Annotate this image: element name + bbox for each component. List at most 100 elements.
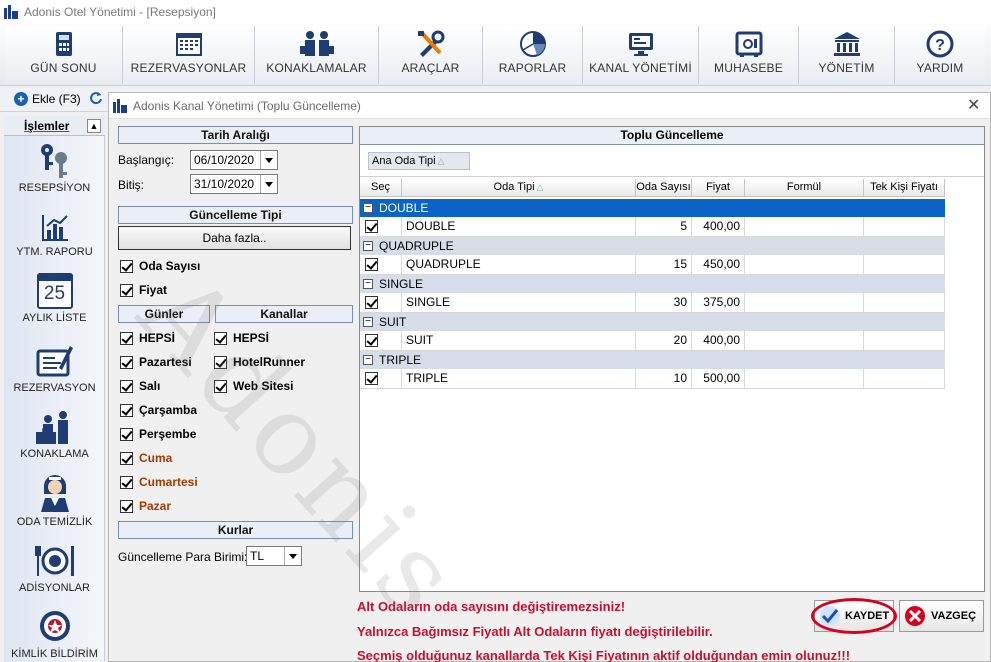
cell-room-count[interactable]: 5 bbox=[636, 217, 692, 237]
sidebar-item-kimlik-bildirim[interactable]: KİMLİK BİLDİRİM bbox=[4, 608, 105, 660]
day-checkbox-carsamba[interactable]: Çarşamba bbox=[120, 403, 197, 417]
refresh-icon[interactable] bbox=[89, 91, 103, 105]
toolbar-rezervasyonlar-button[interactable]: REZERVASYONLAR bbox=[123, 26, 255, 84]
cell-room-count[interactable]: 15 bbox=[636, 255, 692, 275]
cell-select[interactable] bbox=[360, 369, 402, 389]
cell-single-price[interactable] bbox=[864, 369, 945, 389]
row-select-checkbox[interactable] bbox=[365, 372, 378, 385]
checkbox-box[interactable] bbox=[120, 427, 133, 441]
column-header-oda-tipi[interactable]: Oda Tipi △ bbox=[402, 179, 636, 197]
table-row[interactable]: DOUBLE 5 400,00 bbox=[360, 217, 945, 237]
checkbox-box[interactable] bbox=[120, 451, 133, 465]
cell-single-price[interactable] bbox=[864, 293, 945, 313]
day-checkbox-cuma[interactable]: Cuma bbox=[120, 451, 172, 465]
cell-select[interactable] bbox=[360, 255, 402, 275]
cell-formula[interactable] bbox=[745, 255, 864, 275]
cell-price[interactable]: 375,00 bbox=[692, 293, 745, 313]
day-checkbox-sali[interactable]: Salı bbox=[120, 379, 160, 393]
sidebar-item-oda-temizlik[interactable]: ODA TEMİZLİK bbox=[4, 472, 105, 528]
checkbox-box[interactable] bbox=[120, 355, 133, 369]
cell-price[interactable]: 400,00 bbox=[692, 331, 745, 351]
checkbox-box[interactable] bbox=[120, 283, 133, 297]
cell-price[interactable]: 400,00 bbox=[692, 217, 745, 237]
collapse-group-icon[interactable]: − bbox=[363, 317, 373, 327]
row-select-checkbox[interactable] bbox=[365, 296, 378, 309]
more-options-button[interactable]: Daha fazla.. bbox=[118, 226, 351, 250]
cell-formula[interactable] bbox=[745, 293, 864, 313]
cell-room-type[interactable]: DOUBLE bbox=[402, 217, 636, 237]
chevron-down-icon[interactable] bbox=[260, 175, 277, 193]
checkbox-box[interactable] bbox=[120, 259, 133, 273]
checkbox-box[interactable] bbox=[214, 355, 227, 369]
toolbar-muhasebe-button[interactable]: MUHASEBE bbox=[699, 26, 799, 84]
row-select-checkbox[interactable] bbox=[365, 334, 378, 347]
checkbox-box[interactable] bbox=[120, 331, 133, 345]
toolbar-konaklamalar-button[interactable]: KONAKLAMALAR bbox=[255, 26, 379, 84]
column-header-oda-sayisi[interactable]: Oda Sayısı bbox=[636, 179, 692, 197]
cell-price[interactable]: 500,00 bbox=[692, 369, 745, 389]
cell-price[interactable]: 450,00 bbox=[692, 255, 745, 275]
sidebar-item-konaklama[interactable]: KONAKLAMA bbox=[4, 410, 105, 460]
column-header-fiyat[interactable]: Fiyat bbox=[692, 179, 745, 197]
currency-select[interactable]: TL bbox=[246, 546, 302, 566]
start-date-picker[interactable]: 06/10/2020 bbox=[190, 150, 278, 170]
table-row[interactable]: SINGLE 30 375,00 bbox=[360, 293, 945, 313]
sidebar-item-adisyonlar[interactable]: ADİSYONLAR bbox=[4, 542, 105, 594]
cell-formula[interactable] bbox=[745, 217, 864, 237]
end-date-picker[interactable]: 31/10/2020 bbox=[190, 174, 278, 194]
toolbar-raporlar-button[interactable]: RAPORLAR bbox=[483, 26, 583, 84]
group-row[interactable]: − SUIT bbox=[360, 313, 945, 331]
column-header-tek-kisi-fiyati[interactable]: Tek Kişi Fiyatı bbox=[864, 179, 945, 197]
toolbar-gun-sonu-button[interactable]: GÜN SONU bbox=[5, 26, 123, 84]
toolbar-araclar-button[interactable]: ARAÇLAR bbox=[379, 26, 483, 84]
table-row[interactable]: SUIT 20 400,00 bbox=[360, 331, 945, 351]
cell-room-count[interactable]: 10 bbox=[636, 369, 692, 389]
collapse-group-icon[interactable]: − bbox=[363, 279, 373, 289]
checkbox-box[interactable] bbox=[120, 499, 133, 513]
chevron-down-icon[interactable] bbox=[284, 547, 301, 565]
close-icon[interactable]: ✕ bbox=[967, 95, 980, 115]
checkbox-box[interactable] bbox=[120, 403, 133, 417]
cell-room-type[interactable]: SINGLE bbox=[402, 293, 636, 313]
chevron-down-icon[interactable] bbox=[260, 151, 277, 169]
cell-room-type[interactable]: TRIPLE bbox=[402, 369, 636, 389]
collapse-icon[interactable]: ▲ bbox=[87, 119, 101, 133]
toolbar-yonetim-button[interactable]: YÖNETİM bbox=[799, 26, 895, 84]
cell-single-price[interactable] bbox=[864, 217, 945, 237]
sidebar-item-rezervasyon[interactable]: REZERVASYON bbox=[4, 342, 105, 394]
cancel-button[interactable]: VAZGEÇ bbox=[899, 600, 984, 632]
toolbar-yardim-button[interactable]: ? YARDIM bbox=[895, 26, 985, 84]
cell-room-type[interactable]: SUIT bbox=[402, 331, 636, 351]
cell-select[interactable] bbox=[360, 331, 402, 351]
sidebar-item-aylik-liste[interactable]: 25 AYLIK LİSTE bbox=[4, 272, 105, 324]
sidebar-item-resepsiyon[interactable]: RESEPSİYON bbox=[4, 142, 105, 194]
cell-formula[interactable] bbox=[745, 369, 864, 389]
group-row[interactable]: − SINGLE bbox=[360, 275, 945, 293]
cell-single-price[interactable] bbox=[864, 255, 945, 275]
cell-formula[interactable] bbox=[745, 331, 864, 351]
checkbox-box[interactable] bbox=[120, 475, 133, 489]
toolbar-kanal-yonetimi-button[interactable]: KANAL YÖNETİMİ bbox=[583, 26, 699, 84]
table-row[interactable]: TRIPLE 10 500,00 bbox=[360, 369, 945, 389]
day-checkbox-persembe[interactable]: Perşembe bbox=[120, 427, 196, 441]
channel-checkbox-hotelrunner[interactable]: HotelRunner bbox=[214, 355, 305, 369]
column-header-formul[interactable]: Formül bbox=[745, 179, 864, 197]
cell-select[interactable] bbox=[360, 217, 402, 237]
checkbox-box[interactable] bbox=[214, 331, 227, 345]
collapse-group-icon[interactable]: − bbox=[363, 203, 373, 213]
group-row[interactable]: − DOUBLE bbox=[360, 199, 945, 217]
table-row[interactable]: QUADRUPLE 15 450,00 bbox=[360, 255, 945, 275]
group-by-chip[interactable]: Ana Oda Tipi △ bbox=[368, 152, 470, 170]
column-header-sec[interactable]: Seç bbox=[360, 179, 402, 197]
checkbox-box[interactable] bbox=[214, 379, 227, 393]
day-checkbox-cumartesi[interactable]: Cumartesi bbox=[120, 475, 198, 489]
checkbox-box[interactable] bbox=[120, 379, 133, 393]
group-row[interactable]: − TRIPLE bbox=[360, 351, 945, 369]
collapse-group-icon[interactable]: − bbox=[363, 355, 373, 365]
row-select-checkbox[interactable] bbox=[365, 258, 378, 271]
channel-checkbox-web-sitesi[interactable]: Web Sitesi bbox=[214, 379, 293, 393]
day-checkbox-pazar[interactable]: Pazar bbox=[120, 499, 171, 513]
cell-select[interactable] bbox=[360, 293, 402, 313]
day-checkbox-pazartesi[interactable]: Pazartesi bbox=[120, 355, 192, 369]
add-button[interactable]: + Ekle (F3) bbox=[14, 92, 81, 106]
